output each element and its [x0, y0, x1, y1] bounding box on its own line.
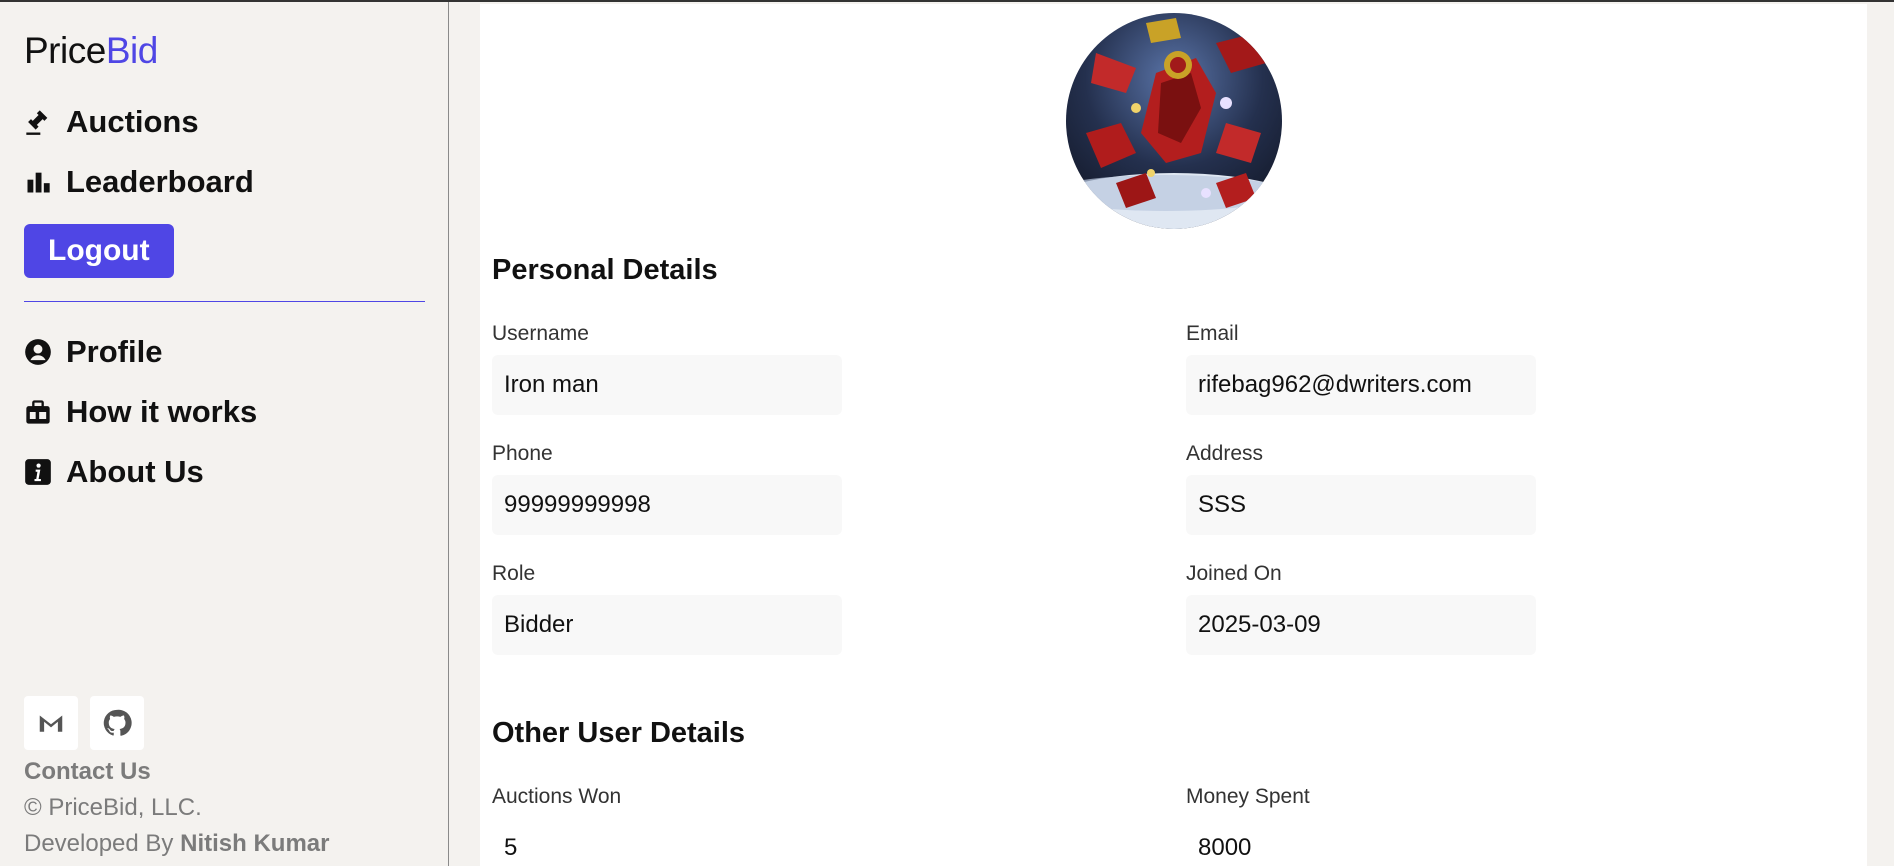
role-label: Role	[492, 562, 536, 585]
sidebar-divider	[24, 301, 425, 302]
toolbox-icon	[26, 400, 50, 424]
logout-button[interactable]: Logout	[24, 224, 174, 278]
nav-how-it-works[interactable]: How it works	[24, 382, 424, 442]
social-links	[24, 696, 329, 750]
developer-credit: Developed By Nitish Kumar	[24, 830, 329, 858]
role-value: Bidder	[492, 595, 842, 655]
email-label: Email	[1186, 322, 1239, 345]
nav-profile[interactable]: Profile	[24, 322, 424, 382]
profile-content: Personal Details Username Iron man Email…	[480, 4, 1867, 866]
gavel-icon	[26, 110, 48, 135]
email-value: rifebag962@dwriters.com	[1186, 355, 1536, 415]
money-spent-label: Money Spent	[1186, 785, 1310, 808]
github-icon	[103, 709, 132, 736]
info-icon	[25, 459, 51, 485]
brand-name-part2: Bid	[105, 30, 158, 71]
nav-auctions[interactable]: Auctions	[24, 92, 424, 152]
joined-on-value: 2025-03-09	[1186, 595, 1536, 655]
gmail-icon	[39, 715, 63, 732]
brand-logo[interactable]: PriceBid	[24, 30, 424, 72]
nav-profile-label: Profile	[66, 334, 163, 369]
address-label: Address	[1186, 442, 1264, 465]
brand-name-part1: Price	[24, 30, 106, 71]
contact-us-link[interactable]: Contact Us	[24, 758, 329, 786]
nav-about-us-label: About Us	[66, 454, 204, 489]
gmail-button[interactable]	[24, 696, 78, 750]
nav-leaderboard[interactable]: Leaderboard	[24, 152, 424, 212]
username-value: Iron man	[492, 355, 842, 415]
bar-chart-icon	[27, 172, 50, 193]
nav-about-us[interactable]: About Us	[24, 442, 424, 502]
copyright-text: © PriceBid, LLC.	[24, 794, 202, 821]
address-value: SSS	[1186, 475, 1536, 535]
auctions-won-label: Auctions Won	[492, 785, 622, 808]
phone-label: Phone	[492, 442, 553, 465]
github-button[interactable]	[90, 696, 144, 750]
phone-value: 99999999998	[492, 475, 842, 535]
developed-by-label: Developed By	[24, 830, 174, 857]
username-label: Username	[492, 322, 589, 345]
developer-name[interactable]: Nitish Kumar	[180, 830, 329, 857]
money-spent-value: 8000	[1198, 834, 1252, 861]
joined-on-label: Joined On	[1186, 562, 1282, 585]
sidebar-footer: Contact Us © PriceBid, LLC. Developed By…	[24, 696, 329, 858]
nav-leaderboard-label: Leaderboard	[66, 164, 254, 199]
nav-how-it-works-label: How it works	[66, 394, 258, 429]
other-details-title: Other User Details	[492, 717, 746, 749]
nav-auctions-label: Auctions	[66, 104, 199, 139]
profile-avatar	[1066, 13, 1282, 229]
sidebar: PriceBid Auctions Leaderboard Logout Pro…	[0, 2, 449, 866]
personal-details-title: Personal Details	[492, 254, 718, 286]
user-circle-icon	[25, 339, 51, 365]
auctions-won-value: 5	[504, 834, 518, 861]
